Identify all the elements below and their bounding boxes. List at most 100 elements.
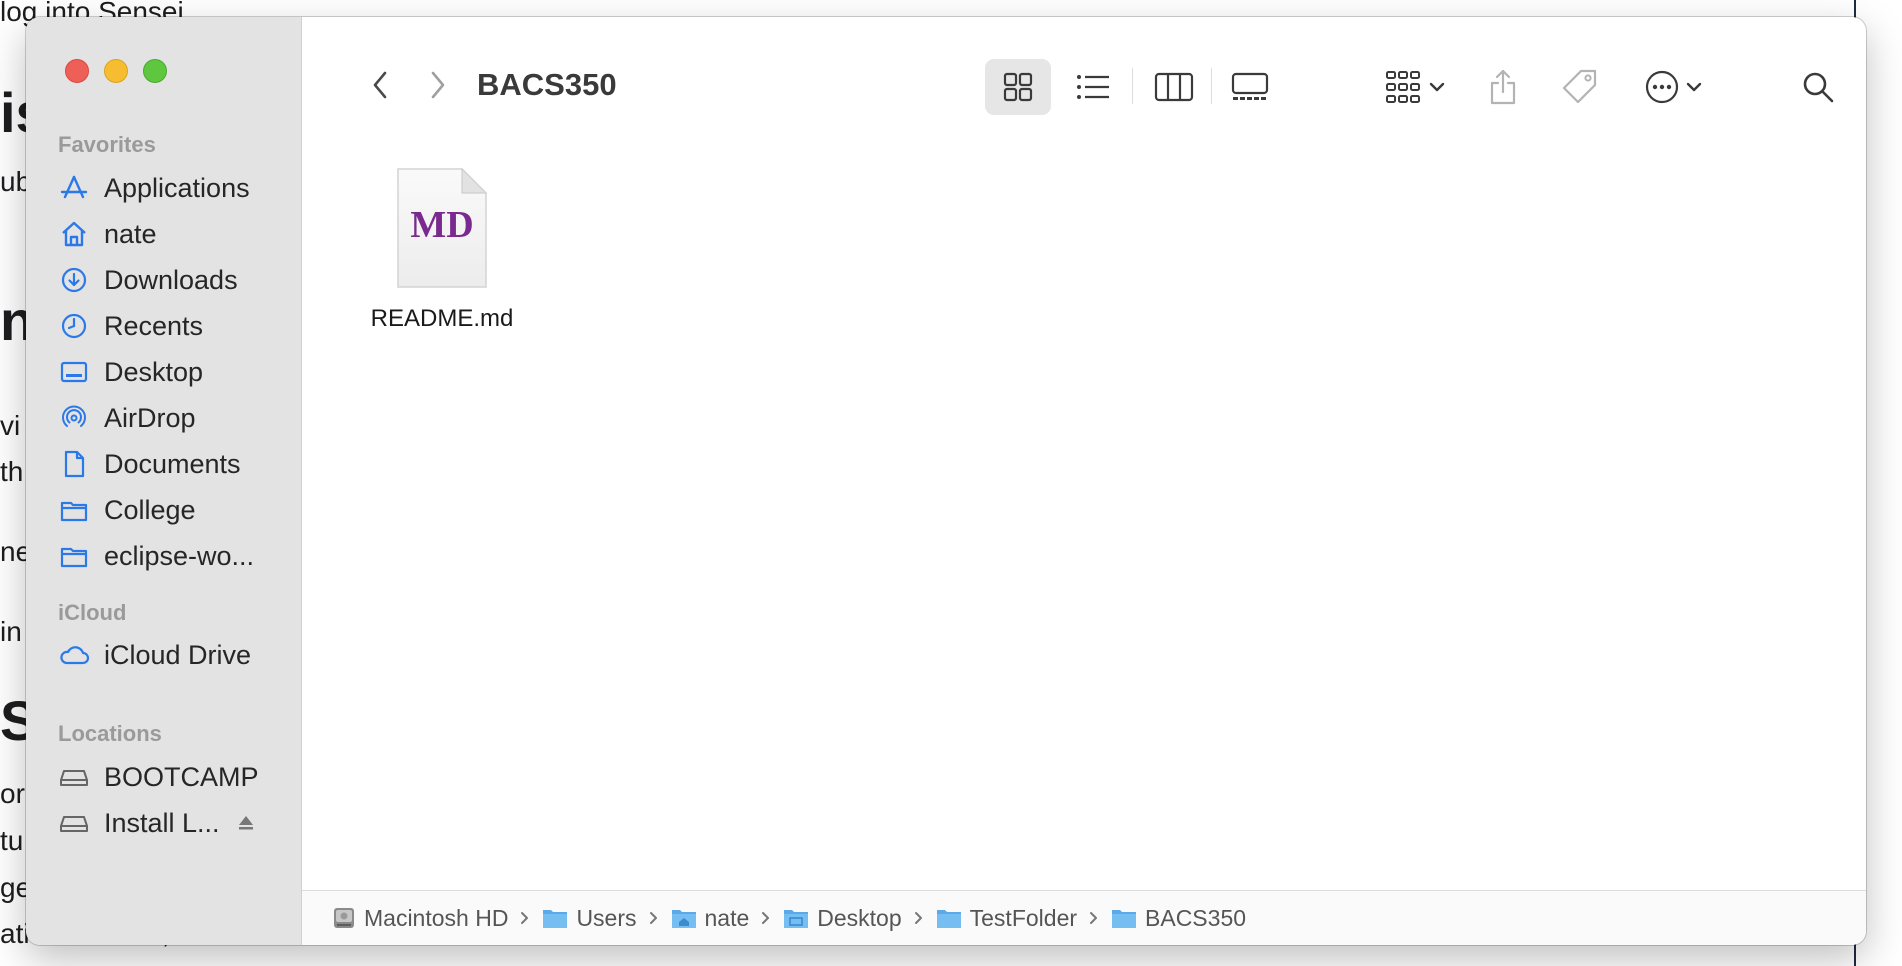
finder-window: Favorites Applications nate Downloads Re… [26, 17, 1866, 945]
sidebar-section-icloud: iCloud [58, 600, 127, 625]
tags-button[interactable] [1553, 59, 1607, 115]
bg-text-fragment: in [0, 616, 22, 647]
file-item[interactable]: MD README.md [362, 167, 522, 333]
chevron-right-icon [914, 911, 924, 925]
clock-icon [56, 308, 92, 344]
sidebar-item-eclipse-workspace[interactable]: eclipse-wo... [56, 536, 286, 576]
sidebar-item-college[interactable]: College [56, 490, 286, 530]
hard-drive-icon [332, 906, 356, 930]
share-button[interactable] [1478, 59, 1528, 115]
sidebar-item-label: AirDrop [104, 402, 196, 433]
gallery-view-button[interactable] [1220, 59, 1280, 115]
sidebar-item-label: Desktop [104, 356, 204, 387]
columns-icon [1154, 71, 1194, 103]
forward-button[interactable] [418, 65, 458, 105]
window-title: BACS350 [477, 67, 617, 102]
path-item-label: Desktop [817, 904, 902, 931]
path-item-nate[interactable]: nate [671, 904, 750, 932]
file-browser: MD README.md [302, 117, 1866, 890]
path-item-desktop[interactable]: Desktop [783, 904, 902, 932]
bg-text-fragment: th [0, 456, 24, 487]
action-menu-button[interactable] [1635, 59, 1711, 115]
airdrop-icon [56, 400, 92, 436]
applications-icon [56, 170, 92, 206]
home-icon [56, 216, 92, 252]
group-grid-icon [1385, 70, 1423, 104]
chevron-right-icon [1089, 911, 1099, 925]
sidebar-item-label: iCloud Drive [104, 639, 252, 670]
column-view-button[interactable] [1144, 59, 1204, 115]
grid-icon [1002, 71, 1034, 103]
chevron-right-icon [761, 911, 771, 925]
more-icon [1644, 69, 1680, 105]
zoom-button[interactable] [143, 59, 167, 83]
path-item-macintosh-hd[interactable]: Macintosh HD [332, 905, 508, 932]
path-item-label: Users [576, 904, 637, 931]
sidebar-item-label: Install L... [104, 807, 220, 838]
toolbar-separator [1211, 68, 1212, 104]
document-icon [56, 446, 92, 482]
cloud-icon [56, 637, 92, 673]
file-icon-label: MD [410, 204, 474, 246]
sidebar-item-label: eclipse-wo... [104, 540, 255, 571]
bg-text-fragment: tu [0, 825, 24, 856]
path-item-label: TestFolder [969, 904, 1078, 931]
folder-icon [56, 492, 92, 528]
sidebar-item-recents[interactable]: Recents [56, 306, 286, 346]
sidebar-item-airdrop[interactable]: AirDrop [56, 398, 286, 438]
drive-icon [56, 759, 92, 795]
sidebar-item-nate[interactable]: nate [56, 214, 286, 254]
toolbar: BACS350 [302, 17, 1866, 117]
path-item-users[interactable]: Users [542, 904, 637, 932]
sidebar-item-label: Recents [104, 310, 204, 341]
close-button[interactable] [65, 59, 89, 83]
folder-icon [56, 538, 92, 574]
markdown-file-icon: MD [396, 167, 488, 288]
sidebar-item-downloads[interactable]: Downloads [56, 260, 286, 300]
minimize-button[interactable] [104, 59, 128, 83]
path-item-label: Macintosh HD [364, 904, 509, 931]
sidebar-item-documents[interactable]: Documents [56, 444, 286, 484]
back-button[interactable] [360, 65, 400, 105]
gallery-icon [1230, 71, 1270, 103]
sidebar-section-locations: Locations [58, 721, 162, 746]
sidebar-item-icloud-drive[interactable]: iCloud Drive [56, 635, 286, 675]
sidebar-item-desktop[interactable]: Desktop [56, 352, 286, 392]
group-by-button[interactable] [1375, 59, 1455, 115]
sidebar-item-label: Documents [104, 448, 241, 479]
bg-text-fragment: vi [0, 410, 21, 441]
drive-icon [56, 805, 92, 841]
list-view-button[interactable] [1063, 59, 1123, 115]
downloads-icon [56, 262, 92, 298]
path-bar: Macintosh HD Users nate Desktop TestFold… [302, 890, 1866, 945]
chevron-right-icon [428, 69, 448, 101]
chevron-down-icon [1429, 81, 1445, 93]
sidebar-item-label: College [104, 494, 196, 525]
path-item-bacs350[interactable]: BACS350 [1111, 905, 1246, 932]
chevron-right-icon [649, 911, 659, 925]
sidebar-item-install-drive[interactable]: Install L... [56, 803, 286, 843]
sidebar-item-applications[interactable]: Applications [56, 168, 286, 208]
desktop-folder-icon [783, 907, 809, 929]
search-icon [1801, 70, 1835, 104]
path-item-label: nate [704, 904, 750, 931]
sidebar-section-favorites: Favorites [58, 132, 156, 157]
sidebar-item-bootcamp[interactable]: BOOTCAMP [56, 757, 286, 797]
search-button[interactable] [1793, 59, 1843, 115]
bg-text-fragment: or [0, 778, 25, 809]
chevron-down-icon [1686, 81, 1702, 93]
home-folder-icon [671, 907, 697, 929]
path-item-label: BACS350 [1145, 904, 1247, 931]
path-item-testfolder[interactable]: TestFolder [936, 905, 1077, 932]
folder-icon [936, 907, 962, 929]
icon-view-button[interactable] [985, 59, 1051, 115]
tag-icon [1561, 68, 1599, 106]
eject-icon[interactable] [236, 813, 256, 833]
chevron-right-icon [520, 911, 530, 925]
sidebar-item-label: nate [104, 218, 157, 249]
folder-icon [1111, 907, 1137, 929]
desktop-icon [56, 354, 92, 390]
share-icon [1488, 68, 1518, 106]
file-name: README.md [370, 305, 514, 332]
chevron-left-icon [370, 69, 390, 101]
